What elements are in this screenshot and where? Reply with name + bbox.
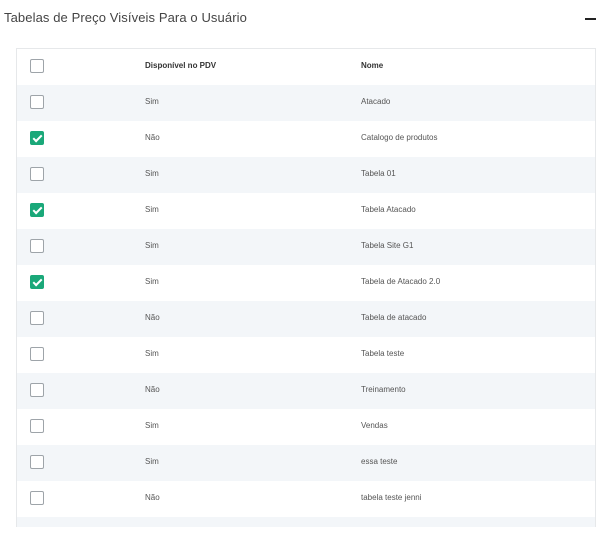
cell-pdv: Sim [145, 169, 159, 178]
cell-name: Tabela Atacado [361, 205, 416, 214]
row-checkbox[interactable] [30, 383, 44, 397]
table-row[interactable]: Sim Tabela Site G1 [17, 229, 595, 265]
row-checkbox[interactable] [30, 275, 44, 289]
collapse-icon[interactable] [584, 12, 598, 26]
row-checkbox[interactable] [30, 203, 44, 217]
table-row[interactable]: Não Treinamento [17, 373, 595, 409]
row-checkbox[interactable] [30, 419, 44, 433]
cell-name: essa teste [361, 457, 398, 466]
table-header-row: Disponível no PDV Nome [17, 49, 595, 85]
section-header: Tabelas de Preço Visíveis Para o Usuário [0, 0, 606, 40]
table-row[interactable]: Sim Tabela teste [17, 337, 595, 373]
row-checkbox[interactable] [30, 347, 44, 361]
cell-pdv: Sim [145, 205, 159, 214]
row-checkbox[interactable] [30, 311, 44, 325]
price-tables-table: Disponível no PDV Nome Sim Atacado Não C… [16, 48, 596, 527]
row-checkbox[interactable] [30, 239, 44, 253]
section-title: Tabelas de Preço Visíveis Para o Usuário [4, 10, 247, 25]
cell-name: Tabela Site G1 [361, 241, 414, 250]
table-row[interactable]: Sim Tabela 01 [17, 157, 595, 193]
cell-pdv: Sim [145, 277, 159, 286]
column-header-pdv: Disponível no PDV [145, 61, 217, 70]
table-row[interactable]: Sim Atacado [17, 85, 595, 121]
cell-name: Tabela de Atacado 2.0 [361, 277, 441, 286]
cell-name: Treinamento [361, 385, 406, 394]
cell-pdv: Sim [145, 241, 159, 250]
table-row[interactable]: Sim Vendas [17, 409, 595, 445]
table-row[interactable]: Não tabela teste jenni [17, 481, 595, 517]
row-checkbox[interactable] [30, 455, 44, 469]
row-checkbox[interactable] [30, 491, 44, 505]
table-row[interactable]: Não Tabela de atacado [17, 301, 595, 337]
cell-pdv: Sim [145, 457, 159, 466]
select-all-checkbox[interactable] [30, 59, 44, 73]
row-checkbox[interactable] [30, 167, 44, 181]
cell-pdv: Não [145, 313, 160, 322]
table-row-partial [17, 517, 595, 527]
cell-name: tabela teste jenni [361, 493, 422, 502]
cell-pdv: Não [145, 133, 160, 142]
table-row[interactable]: Sim Tabela de Atacado 2.0 [17, 265, 595, 301]
table-row[interactable]: Sim essa teste [17, 445, 595, 481]
table-row[interactable]: Sim Tabela Atacado [17, 193, 595, 229]
cell-pdv: Sim [145, 421, 159, 430]
row-checkbox[interactable] [30, 95, 44, 109]
cell-name: Atacado [361, 97, 391, 106]
cell-name: Tabela de atacado [361, 313, 427, 322]
cell-pdv: Não [145, 385, 160, 394]
cell-name: Tabela teste [361, 349, 405, 358]
cell-name: Vendas [361, 421, 388, 430]
cell-pdv: Sim [145, 97, 159, 106]
row-checkbox[interactable] [30, 131, 44, 145]
column-header-name: Nome [361, 61, 384, 70]
table-row[interactable]: Não Catalogo de produtos [17, 121, 595, 157]
cell-pdv: Sim [145, 349, 159, 358]
cell-name: Tabela 01 [361, 169, 396, 178]
cell-pdv: Não [145, 493, 160, 502]
cell-name: Catalogo de produtos [361, 133, 438, 142]
